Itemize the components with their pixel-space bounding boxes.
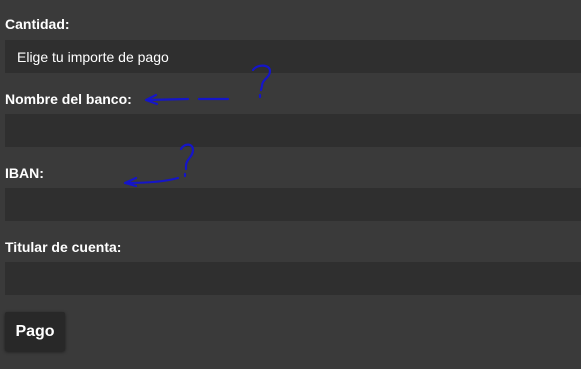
arrow-to-iban	[123, 176, 180, 188]
amount-select-value: Elige tu importe de pago	[17, 48, 169, 65]
amount-select[interactable]: Elige tu importe de pago	[5, 40, 581, 73]
account-holder-field[interactable]	[5, 262, 581, 295]
amount-label: Cantidad:	[5, 16, 70, 32]
pay-button[interactable]: Pago	[5, 312, 65, 351]
iban-field[interactable]	[5, 188, 581, 221]
question-mark-2	[179, 143, 195, 171]
bank-name-field[interactable]	[5, 114, 581, 147]
arrow-to-bank-name	[144, 93, 230, 106]
account-holder-label: Titular de cuenta:	[5, 239, 122, 255]
iban-label: IBAN:	[5, 165, 44, 181]
bank-name-label: Nombre del banco:	[5, 91, 132, 107]
